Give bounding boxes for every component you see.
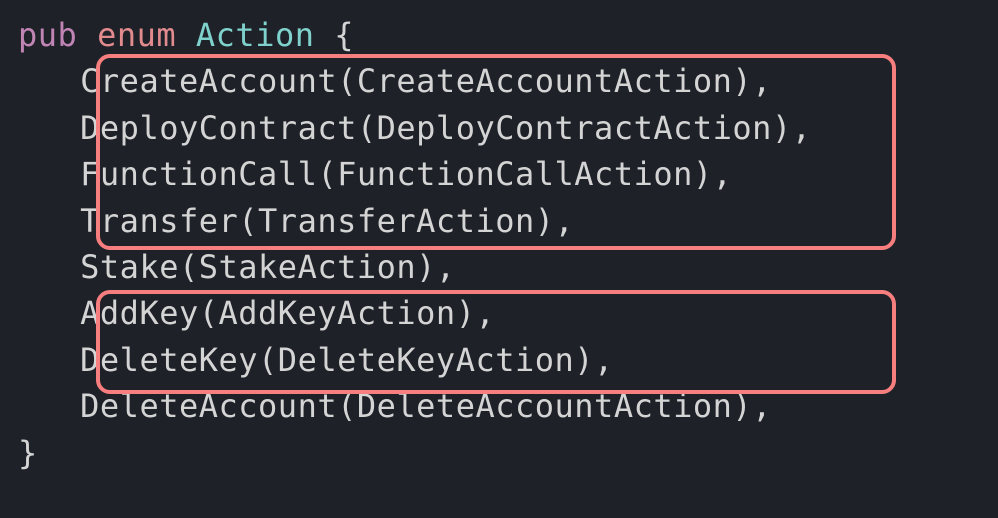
variant-inner-type: DeleteKeyAction bbox=[278, 341, 574, 379]
variant-inner-type: AddKeyAction bbox=[219, 294, 456, 332]
variant-inner-type: CreateAccountAction bbox=[357, 62, 733, 100]
code-block: pub enum Action { CreateAccount(CreateAc… bbox=[18, 12, 980, 476]
variant-name: FunctionCall bbox=[80, 155, 317, 193]
variant-line: FunctionCall(FunctionCallAction), bbox=[18, 151, 980, 197]
variant-name: Stake bbox=[80, 248, 179, 286]
variant-line: Transfer(TransferAction), bbox=[18, 198, 980, 244]
variant-inner-type: DeleteAccountAction bbox=[357, 387, 733, 425]
variant-name: AddKey bbox=[80, 294, 199, 332]
enum-type-name: Action bbox=[196, 16, 315, 54]
variant-line: DeleteKey(DeleteKeyAction), bbox=[18, 337, 980, 383]
variant-inner-type: FunctionCallAction bbox=[337, 155, 693, 193]
keyword-enum: enum bbox=[97, 16, 176, 54]
variant-line: Stake(StakeAction), bbox=[18, 244, 980, 290]
variant-line: AddKey(AddKeyAction), bbox=[18, 290, 980, 336]
enum-declaration-line: pub enum Action { bbox=[18, 12, 980, 58]
variant-line: DeployContract(DeployContractAction), bbox=[18, 105, 980, 151]
variant-name: DeleteAccount bbox=[80, 387, 337, 425]
keyword-pub: pub bbox=[18, 16, 77, 54]
variant-inner-type: StakeAction bbox=[199, 248, 416, 286]
variant-line: CreateAccount(CreateAccountAction), bbox=[18, 58, 980, 104]
open-brace: { bbox=[314, 16, 354, 54]
variant-name: DeployContract bbox=[80, 109, 357, 147]
close-brace-line: } bbox=[18, 430, 980, 476]
variant-name: CreateAccount bbox=[80, 62, 337, 100]
variant-line: DeleteAccount(DeleteAccountAction), bbox=[18, 383, 980, 429]
variant-inner-type: DeployContractAction bbox=[377, 109, 772, 147]
close-brace: } bbox=[18, 434, 38, 472]
variant-inner-type: TransferAction bbox=[258, 202, 535, 240]
variant-name: DeleteKey bbox=[80, 341, 258, 379]
variant-name: Transfer bbox=[80, 202, 238, 240]
